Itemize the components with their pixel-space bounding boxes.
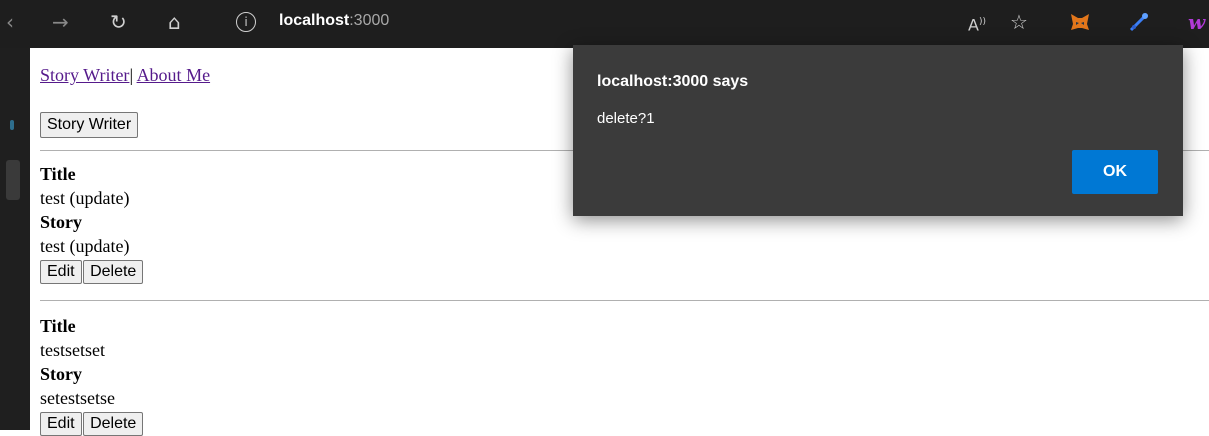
edit-button[interactable]: Edit	[40, 260, 82, 284]
metamask-icon[interactable]	[1068, 10, 1092, 34]
delete-button[interactable]: Delete	[83, 412, 144, 436]
dialog-message: delete?1	[597, 110, 655, 127]
strip-tab[interactable]	[6, 160, 20, 200]
read-aloud-icon[interactable]: A))	[968, 8, 986, 39]
back-icon[interactable]: ‹	[6, 8, 14, 36]
title-value: test (update)	[40, 188, 130, 208]
side-strip	[0, 48, 30, 430]
nav-link-story-writer[interactable]: Story Writer	[40, 65, 129, 85]
extension-icon[interactable]	[1127, 10, 1151, 34]
nav-bar: Story Writer| About Me	[40, 65, 210, 86]
title-label: Title	[40, 164, 76, 184]
extension-w-icon[interactable]: w	[1188, 8, 1205, 36]
entry-actions: Edit Delete	[40, 410, 144, 436]
story-label: Story	[40, 212, 82, 232]
alert-dialog: localhost:3000 says delete?1 OK	[573, 45, 1183, 216]
nav-link-about-me[interactable]: About Me	[137, 65, 211, 85]
home-icon[interactable]: ⌂	[168, 8, 181, 36]
strip-marker	[10, 120, 14, 130]
title-label: Title	[40, 316, 76, 336]
delete-button[interactable]: Delete	[83, 260, 144, 284]
url-text: localhost:3000	[279, 12, 390, 29]
divider	[40, 300, 1209, 301]
story-label: Story	[40, 364, 82, 384]
nav-separator: |	[129, 65, 134, 85]
dialog-title: localhost:3000 says	[597, 73, 749, 90]
ok-button[interactable]: OK	[1072, 150, 1158, 194]
title-value: testsetset	[40, 340, 105, 360]
info-icon[interactable]: i	[236, 12, 256, 32]
browser-toolbar: ‹ → ↻ ⌂ i localhost:3000 A)) ☆ w	[0, 0, 1209, 48]
story-writer-button[interactable]: Story Writer	[40, 112, 139, 138]
address-bar[interactable]: i localhost:3000	[224, 8, 944, 40]
story-value: setestsetse	[40, 388, 115, 408]
story-entry: Title test (update) Story test (update) …	[40, 162, 144, 284]
refresh-icon[interactable]: ↻	[110, 8, 127, 36]
favorites-icon[interactable]: ☆	[1010, 8, 1028, 36]
story-entry: Title testsetset Story setestsetse Edit …	[40, 314, 144, 436]
edit-button[interactable]: Edit	[40, 412, 82, 436]
story-value: test (update)	[40, 236, 130, 256]
entry-actions: Edit Delete	[40, 258, 144, 284]
forward-icon[interactable]: →	[52, 8, 69, 36]
